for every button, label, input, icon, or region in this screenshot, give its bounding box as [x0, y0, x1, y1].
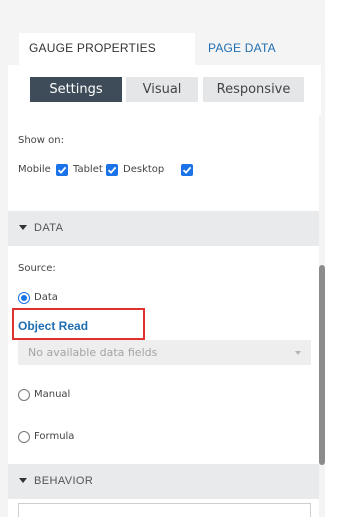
properties-panel — [8, 65, 321, 517]
data-section-header[interactable]: DATA — [8, 211, 321, 246]
data-radio[interactable] — [18, 292, 30, 304]
highlight-box — [12, 308, 145, 340]
formula-radio[interactable] — [18, 431, 30, 443]
checkmark-icon — [182, 166, 192, 174]
behavior-field[interactable] — [18, 503, 311, 517]
tablet-label: Tablet — [73, 164, 103, 175]
behavior-section-header[interactable]: BEHAVIOR — [8, 464, 321, 499]
chevron-down-icon — [295, 351, 301, 355]
manual-radio-label: Manual — [34, 389, 71, 400]
data-radio-label: Data — [34, 292, 58, 303]
responsive-button[interactable]: Responsive — [203, 77, 304, 102]
desktop-label: Desktop — [123, 164, 165, 175]
mobile-checkbox[interactable] — [56, 164, 68, 176]
caret-down-icon — [19, 478, 27, 483]
tab-gauge-properties-label: GAUGE PROPERTIES — [29, 41, 157, 55]
manual-radio[interactable] — [18, 389, 30, 401]
mobile-label: Mobile — [18, 164, 51, 175]
tablet-checkbox[interactable] — [106, 164, 118, 176]
visual-button[interactable]: Visual — [126, 77, 198, 102]
data-field-select[interactable]: No available data fields — [18, 340, 311, 365]
source-label: Source: — [18, 263, 56, 274]
checkmark-icon — [107, 166, 117, 174]
behavior-section-title: BEHAVIOR — [34, 475, 94, 487]
checkmark-icon — [57, 166, 67, 174]
tab-gauge-properties[interactable]: GAUGE PROPERTIES — [19, 33, 195, 65]
formula-radio-label: Formula — [34, 431, 75, 442]
show-on-label: Show on: — [18, 135, 64, 146]
scrollbar-thumb[interactable] — [319, 265, 325, 465]
settings-button[interactable]: Settings — [30, 77, 122, 102]
desktop-checkbox[interactable] — [181, 164, 193, 176]
data-section-title: DATA — [34, 222, 64, 234]
tab-page-data[interactable]: PAGE DATA — [208, 41, 276, 55]
caret-down-icon — [19, 225, 27, 230]
data-field-placeholder: No available data fields — [28, 346, 158, 359]
